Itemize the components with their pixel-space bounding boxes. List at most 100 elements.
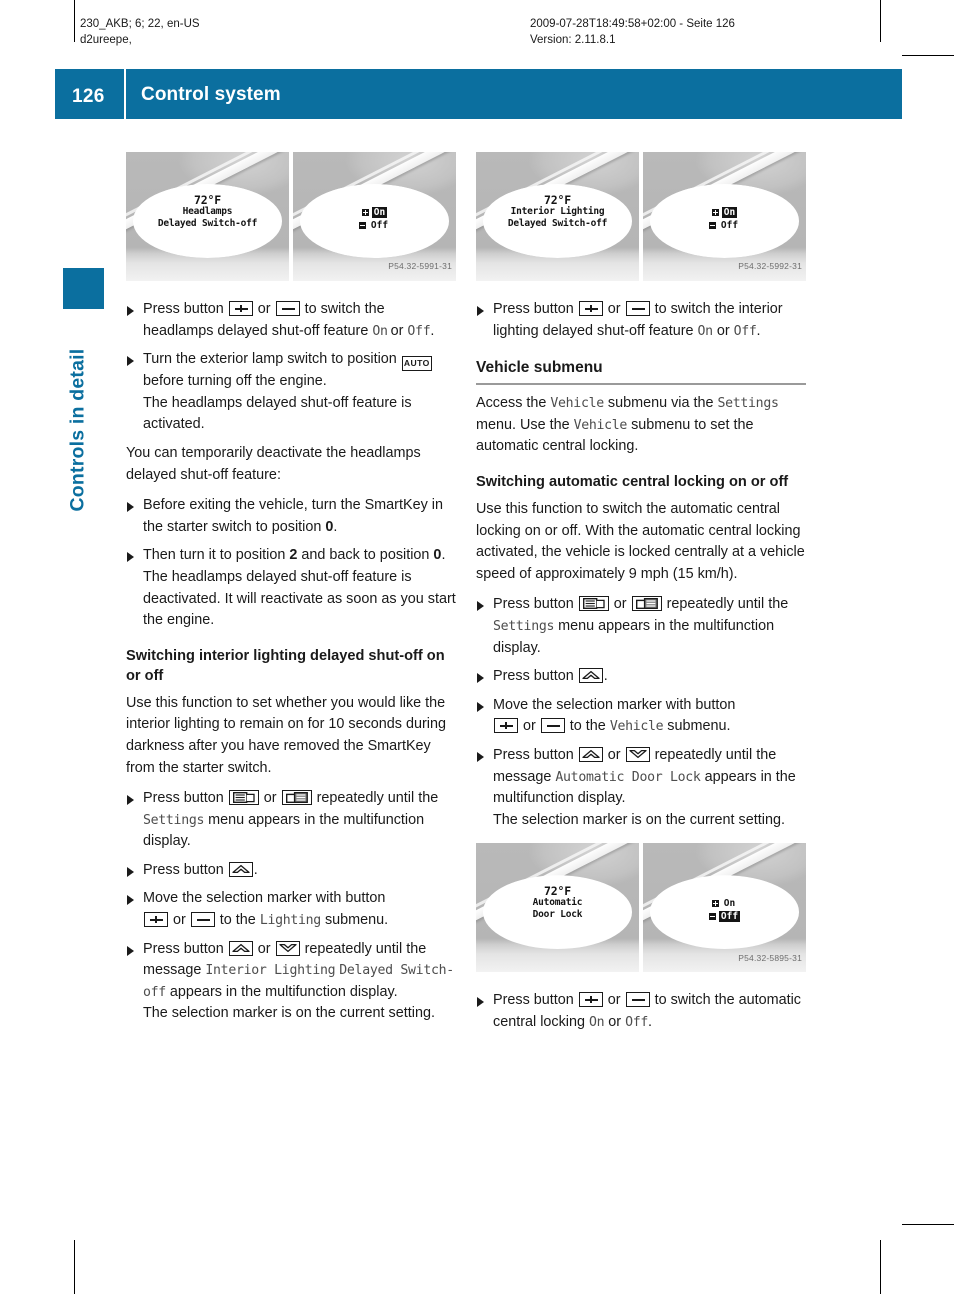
key-position-2: 2	[289, 547, 298, 564]
display-menu-settings: Settings	[143, 812, 205, 828]
step-conjunction: or	[257, 301, 271, 317]
mfd-panel-door-lock-options: On Off P54.32-5895-31	[643, 843, 806, 973]
step-text: Move the selection marker with button	[143, 890, 386, 907]
display-menu-vehicle-2: Vehicle	[573, 417, 628, 433]
step-text-2: to the	[569, 718, 606, 735]
display-menu-vehicle: Vehicle	[609, 719, 664, 735]
step-press-up-button: Press button .	[126, 860, 456, 882]
production-header-left: 230_AKB; 6; 22, en-US d2ureepe,	[80, 16, 200, 48]
display-message-automatic-door-lock: Automatic Door Lock	[555, 769, 701, 785]
step-open-settings-menu: Press button or repeatedly until the Set…	[476, 594, 806, 659]
plus-button-icon	[578, 301, 603, 316]
step-result: The selection marker is on the current s…	[493, 811, 785, 828]
heading-interior-lighting-delayed: Switching interior lighting delayed shut…	[126, 647, 445, 684]
page-left-button-icon	[228, 790, 259, 806]
mfd-screen: On Off	[649, 184, 800, 258]
mfd-option-off: Off	[650, 910, 800, 923]
step-text-3: submenu.	[667, 718, 731, 735]
text-part-2: submenu via the	[607, 395, 714, 412]
display-value-off: Off	[733, 323, 757, 339]
up-arrow-button-icon	[578, 668, 603, 684]
step-conjunction: or	[173, 912, 186, 929]
step-text: Press button	[493, 596, 574, 613]
production-user-id: d2ureepe,	[80, 34, 132, 46]
paragraph-access-vehicle-submenu: Access the Vehicle submenu via the Setti…	[476, 393, 806, 458]
mfd-screen: 72°F Headlamps Delayed Switch-off	[132, 184, 283, 258]
step-exterior-lamp-auto: Turn the exterior lamp switch to positio…	[126, 349, 456, 436]
step-text-2: repeatedly until the	[666, 596, 789, 613]
display-message-line-1: Interior Lighting	[205, 963, 336, 979]
production-file-id: 230_AKB; 6; 22, en-US	[80, 18, 200, 30]
production-timestamp: 2009-07-28T18:49:58+02:00 - Seite 126	[530, 18, 735, 30]
figure-code: P54.32-5992-31	[738, 261, 802, 272]
crop-mark-bottom-right	[880, 1240, 881, 1294]
display-menu-lighting: Lighting	[259, 913, 321, 929]
mfd-temperature: 72°F	[194, 193, 221, 207]
mfd-option-list: On Off	[650, 897, 800, 923]
step-period: .	[333, 518, 338, 535]
paragraph-temporary-deactivate: You can temporarily deactivate the headl…	[126, 444, 421, 483]
mfd-option-off: Off	[650, 219, 800, 232]
mfd-option-list: On Off	[300, 206, 450, 232]
crop-mark-bottom-left	[74, 1240, 75, 1294]
production-header: 230_AKB; 6; 22, en-US d2ureepe, 2009-07-…	[0, 16, 954, 62]
step-period: .	[253, 861, 258, 878]
step-move-marker-vehicle: Move the selection marker with button or…	[476, 695, 806, 738]
mfd-screen-text: 72°F Automatic Door Lock	[483, 885, 633, 921]
mfd-panel-interior-options: On Off P54.32-5992-31	[643, 152, 806, 281]
mfd-screen: On Off	[299, 184, 450, 258]
step-text: Press button	[143, 301, 224, 317]
display-value-on: On	[697, 323, 714, 339]
step-result: The headlamps delayed shut-off feature i…	[143, 394, 412, 433]
minus-button-icon	[275, 301, 300, 316]
minus-button-icon	[625, 992, 650, 1008]
display-value-off: Off	[407, 323, 431, 339]
step-conjunction: or	[257, 940, 271, 957]
mfd-panel-door-lock-message: 72°F Automatic Door Lock	[476, 843, 639, 973]
plus-button-icon	[228, 301, 253, 316]
plus-button-icon	[494, 718, 518, 734]
step-result: The selection marker is on the current s…	[143, 1005, 435, 1022]
figure-automatic-door-lock: 72°F Automatic Door Lock On Off P54.32-5…	[476, 843, 806, 973]
step-text: Then turn it to position	[143, 547, 286, 564]
text-part-3: menu. Use the	[476, 416, 570, 433]
minus-button-icon	[190, 912, 215, 928]
step-text: Press button	[143, 790, 224, 807]
step-before-exiting: Before exiting the vehicle, turn the Sma…	[126, 495, 456, 538]
step-text-2: and back to position	[301, 547, 430, 564]
step-text: Turn the exterior lamp switch to positio…	[143, 351, 397, 368]
step-period: .	[648, 1013, 652, 1030]
mfd-line-1: Interior Lighting	[510, 206, 605, 217]
step-switch-headlamps: Press button or to switch the headlamps …	[126, 299, 456, 342]
page-number: 126	[72, 86, 105, 107]
production-header-right: 2009-07-28T18:49:58+02:00 - Seite 126 Ve…	[530, 16, 735, 48]
plus-square-icon	[361, 209, 369, 216]
step-open-settings-menu: Press button or repeatedly until the Set…	[126, 788, 456, 853]
mfd-line-2: Delayed Switch-off	[507, 218, 608, 229]
mfd-screen: On Off	[649, 875, 800, 950]
paragraph-central-locking-use: Use this function to switch the automati…	[476, 500, 805, 582]
mfd-line-2: Delayed Switch-off	[157, 218, 258, 229]
step-text: Press button	[493, 992, 574, 1009]
step-text-2: repeatedly until the	[316, 790, 439, 807]
minus-square-icon	[708, 222, 716, 229]
step-text: Press button	[493, 301, 574, 317]
step-conjunction: or	[613, 596, 627, 613]
step-text: Move the selection marker with button	[493, 696, 736, 713]
display-menu-vehicle: Vehicle	[550, 396, 604, 412]
step-text-2: to the	[219, 912, 256, 929]
page-banner: 126 Control system	[55, 69, 902, 119]
text-part-1: Access the	[476, 395, 547, 412]
display-menu-settings: Settings	[717, 396, 779, 412]
minus-button-icon	[625, 301, 650, 316]
display-value-on: On	[589, 1014, 605, 1030]
step-text-3: appears in the multifunction display.	[169, 983, 398, 1000]
display-value-on: On	[372, 323, 388, 339]
plus-button-icon	[578, 992, 603, 1008]
step-period: .	[441, 547, 446, 564]
step-text: Press button	[143, 940, 224, 957]
production-version: Version: 2.11.8.1	[530, 34, 616, 46]
right-column: 72°F Interior Lighting Delayed Switch-of…	[476, 152, 806, 1040]
figure-code: P54.32-5895-31	[738, 952, 802, 963]
step-text: Press button	[143, 861, 224, 878]
